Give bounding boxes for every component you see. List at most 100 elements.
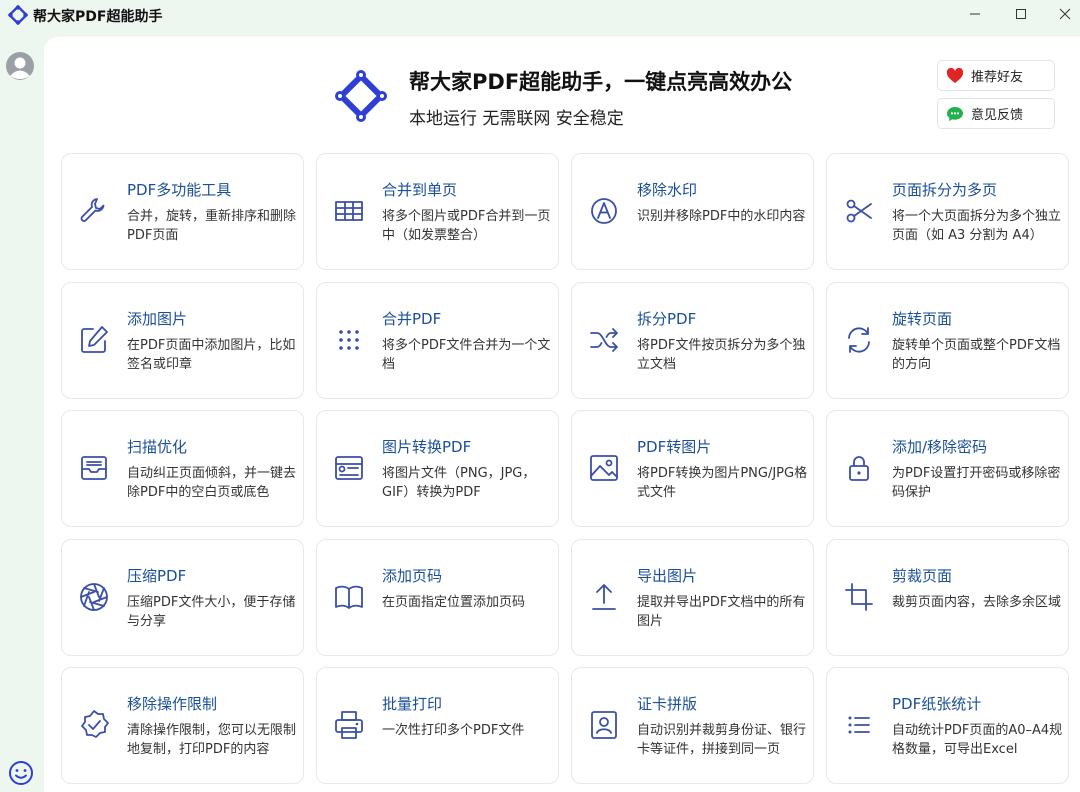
- tool-card[interactable]: 证卡拼版自动识别并裁剪身份证、银行卡等证件，拼接到同一页: [571, 667, 814, 784]
- tool-card[interactable]: 批量打印一次性打印多个PDF文件: [316, 667, 559, 784]
- grid-dots-icon: [332, 323, 366, 357]
- page-title: 帮大家PDF超能助手，一键点亮高效办公: [409, 70, 793, 94]
- scissors-icon: [842, 194, 876, 228]
- tool-card-desc: 在PDF页面中添加图片，比如签名或印章: [127, 337, 296, 372]
- tool-card-title: 压缩PDF: [127, 566, 187, 585]
- tool-card-desc: 将多个图片或PDF合并到一页中（如发票整合）: [382, 209, 551, 243]
- avatar-icon[interactable]: [5, 51, 35, 81]
- title-bar: 帮大家PDF超能助手: [0, 0, 1080, 30]
- tool-card-title: 添加图片: [127, 309, 188, 328]
- tool-card-title: 合并PDF: [382, 309, 442, 328]
- shuffle-icon: [587, 323, 621, 357]
- upload-icon: [587, 580, 621, 614]
- smile-icon[interactable]: [8, 760, 34, 786]
- wrench-icon: [77, 194, 111, 228]
- inbox-icon: [77, 451, 111, 485]
- tool-card[interactable]: 拆分PDF 将PDF文件按页拆分为多个独立文档: [571, 281, 814, 399]
- tool-card-title: 拆分PDF: [637, 309, 697, 328]
- rotate-icon: [842, 323, 876, 357]
- app-logo-icon: [8, 5, 28, 25]
- tool-card-title: PDF转图片: [637, 438, 712, 456]
- tool-card-title: 图片转换PDF: [382, 438, 472, 456]
- tool-card-title: 移除水印: [637, 181, 698, 199]
- table-icon: [332, 194, 366, 228]
- maximize-button[interactable]: [998, 0, 1044, 28]
- feedback-button[interactable]: 意见反馈: [937, 98, 1055, 129]
- window-title: 帮大家PDF超能助手: [33, 9, 163, 25]
- tool-card-desc: 在页面指定位置添加页码: [382, 594, 526, 610]
- tool-card[interactable]: 移除操作限制清除操作限制，您可以无限制地复制，打印PDF的内容: [61, 667, 304, 784]
- feedback-label: 意见反馈: [971, 108, 1024, 123]
- tool-card-title: 剪裁页面: [892, 566, 953, 585]
- tool-card-desc: 自动识别并裁剪身份证、银行卡等证件，拼接到同一页: [637, 723, 807, 757]
- close-button[interactable]: [1042, 0, 1080, 28]
- tool-card-desc: 将多个PDF文件合并为一个文档: [382, 337, 551, 372]
- tool-card[interactable]: 页面拆分为多页将一个大页面拆分为多个独立页面（如 A3 分割为 A4）: [826, 153, 1069, 270]
- tool-card-title: 合并到单页: [382, 181, 458, 199]
- minimize-icon: [970, 13, 980, 15]
- tool-card-desc: 自动统计PDF页面的A0–A4规格数量，可导出Excel: [892, 723, 1063, 757]
- tool-card[interactable]: PDF多功能工具合并，旋转，重新排序和删除PDF页面: [61, 153, 304, 270]
- brand-logo-icon: [335, 70, 387, 122]
- recommend-label: 推荐好友: [971, 70, 1024, 85]
- tool-card-desc: 压缩PDF文件大小，便于存储与分享: [127, 594, 296, 629]
- edit-icon: [77, 323, 111, 357]
- page-subtitle: 本地运行 无需联网 安全稳定: [409, 109, 624, 129]
- tool-card-title: 页面拆分为多页: [892, 181, 998, 199]
- tool-card-desc: 提取并导出PDF文档中的所有图片: [637, 594, 806, 629]
- tool-card[interactable]: PDF转图片将PDF转换为图片PNG/JPG格式文件: [571, 410, 814, 527]
- tool-card-desc: 清除操作限制，您可以无限制地复制，打印PDF的内容: [127, 723, 297, 757]
- picture-icon: [587, 451, 621, 485]
- heart-icon: [946, 67, 964, 83]
- tool-card-title: PDF多功能工具: [127, 181, 232, 199]
- tool-card-title: 移除操作限制: [127, 695, 218, 713]
- id-card-icon: [587, 708, 621, 742]
- book-icon: [332, 580, 366, 614]
- tool-card-desc: 识别并移除PDF中的水印内容: [637, 209, 806, 224]
- left-rail: [0, 30, 44, 792]
- tool-card-desc: 合并，旋转，重新排序和删除PDF页面: [127, 209, 297, 243]
- tool-card[interactable]: 合并PDF 将多个PDF文件合并为一个文档: [316, 281, 559, 399]
- tool-card-desc: 将PDF转换为图片PNG/JPG格式文件: [637, 466, 808, 500]
- tool-card-desc: 一次性打印多个PDF文件: [382, 723, 525, 738]
- tool-card[interactable]: 添加/移除密码为PDF设置打开密码或移除密码保护: [826, 410, 1069, 527]
- tool-card-desc: 自动纠正页面倾斜，并一键去除PDF中的空白页或底色: [127, 466, 297, 500]
- recommend-button[interactable]: 推荐好友: [937, 60, 1055, 91]
- tool-card-title: PDF纸张统计: [892, 695, 982, 713]
- list-icon: [842, 708, 876, 742]
- tool-card[interactable]: 添加图片在PDF页面中添加图片，比如签名或印章: [61, 281, 304, 399]
- tool-card-desc: 裁剪页面内容，去除多余区域: [892, 594, 1062, 610]
- tool-card-desc: 将PDF文件按页拆分为多个独立文档: [637, 337, 806, 372]
- aperture-icon: [77, 580, 111, 614]
- close-icon: [1059, 8, 1071, 20]
- tool-card[interactable]: 旋转页面 旋转单个页面或整个PDF文档的方向: [826, 281, 1069, 399]
- main-panel: 帮大家PDF超能助手，一键点亮高效办公 本地运行 无需联网 安全稳定 推荐好友 …: [44, 37, 1080, 792]
- tool-card-title: 批量打印: [382, 695, 443, 713]
- lock-icon: [842, 451, 876, 485]
- tool-card-desc: 为PDF设置打开密码或移除密码保护: [892, 466, 1061, 500]
- tool-card[interactable]: 导出图片提取并导出PDF文档中的所有图片: [571, 538, 814, 656]
- minimize-button[interactable]: [952, 0, 998, 28]
- image-card-icon: [332, 451, 366, 485]
- watermark-icon: [587, 194, 621, 228]
- tool-card[interactable]: 图片转换PDF 将图片文件（PNG，JPG，GIF）转换为PDF: [316, 410, 559, 527]
- tool-card-title: 导出图片: [637, 566, 698, 585]
- tool-card-title: 添加页码: [382, 566, 443, 585]
- crop-icon: [842, 580, 876, 614]
- tool-card-title: 证卡拼版: [637, 695, 698, 713]
- tool-card-desc: 将图片文件（PNG，JPG，GIF）转换为PDF: [382, 466, 536, 500]
- tool-card-title: 添加/移除密码: [892, 438, 988, 456]
- tool-card[interactable]: 合并到单页将多个图片或PDF合并到一页中（如发票整合）: [316, 153, 559, 270]
- tool-card-desc: 旋转单个页面或整个PDF文档的方向: [892, 337, 1061, 372]
- tool-card[interactable]: 添加页码在页面指定位置添加页码: [316, 538, 559, 656]
- tool-card[interactable]: 剪裁页面裁剪页面内容，去除多余区域: [826, 538, 1069, 656]
- tool-card[interactable]: PDF纸张统计自动统计PDF页面的A0–A4规格数量，可导出Excel: [826, 667, 1069, 784]
- chat-icon: [947, 106, 963, 121]
- tool-card-title: 扫描优化: [127, 438, 188, 456]
- tool-card[interactable]: 压缩PDF 压缩PDF文件大小，便于存储与分享: [61, 538, 304, 656]
- printer-icon: [332, 708, 366, 742]
- tool-card[interactable]: 扫描优化自动纠正页面倾斜，并一键去除PDF中的空白页或底色: [61, 410, 304, 527]
- tool-card[interactable]: 移除水印识别并移除PDF中的水印内容: [571, 153, 814, 270]
- tool-card-desc: 将一个大页面拆分为多个独立页面（如 A3 分割为 A4）: [892, 209, 1062, 243]
- badge-check-icon: [77, 708, 111, 742]
